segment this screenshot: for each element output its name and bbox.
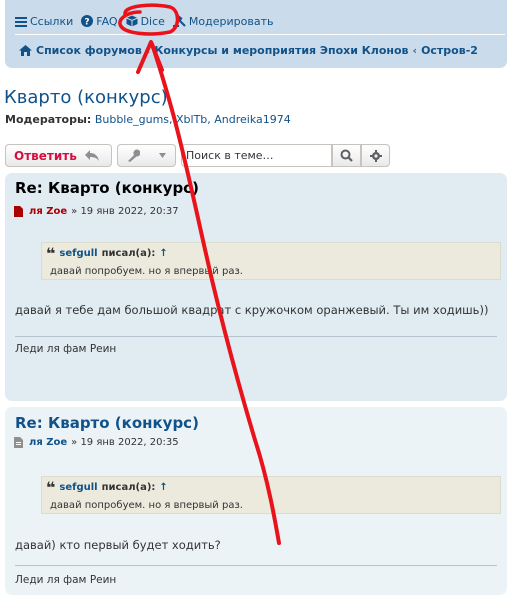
moderators: Модераторы: Bubble_gums, XblTb, Andreika… (5, 113, 291, 126)
topic-tools-button[interactable] (117, 144, 176, 167)
page-title[interactable]: Кварто (конкурс) (4, 87, 168, 108)
signature-divider (15, 336, 497, 337)
navbar-divider (15, 34, 505, 35)
quicklink-faq-label: FAQ (96, 14, 118, 28)
breadcrumb: Список форумов ‹ Конкурсы и мероприятия … (19, 44, 478, 57)
quote-block: ❝ sefgull писал(а): ↑ давай попробуем. н… (41, 242, 501, 280)
post-title[interactable]: Re: Кварто (конкурс) (15, 414, 199, 432)
reply-button[interactable]: Ответить (5, 144, 112, 167)
post: Re: Кварто (конкурс) ля Zoe » 19 янв 202… (5, 407, 507, 595)
quote-text: давай попробуем. но я впервый раз. (50, 266, 243, 277)
chevron-left-icon: ‹ (145, 44, 151, 57)
question-circle-icon: ? (81, 15, 94, 28)
hamburger-icon (15, 16, 27, 27)
quicklink-moderate[interactable]: Модерировать (172, 14, 274, 28)
quicklink-links-label: Ссылки (30, 14, 74, 28)
breadcrumb-item-contests[interactable]: Конкурсы и мероприятия Эпохи Клонов (154, 44, 408, 57)
post-content: давай я тебе дам большой квадрат с кружо… (15, 303, 489, 317)
post-content: давай) кто первый будет ходить? (15, 538, 221, 552)
topic-search-input[interactable] (181, 144, 332, 167)
quote-wrote: писал(а): (101, 248, 156, 259)
quote-author[interactable]: sefgull (59, 248, 97, 259)
quicklink-moderate-label: Модерировать (188, 14, 274, 28)
svg-text:?: ? (85, 18, 90, 28)
breadcrumb-item-island[interactable]: Остров-2 (421, 44, 478, 57)
moderators-list[interactable]: Bubble_gums, XblTb, Andreika1974 (95, 113, 291, 126)
post-meta: ля Zoe » 19 янв 2022, 20:35 (14, 437, 179, 448)
quote-header: ❝ sefgull писал(а): ↑ (46, 477, 168, 497)
signature-divider (15, 565, 497, 566)
quicklink-dice[interactable]: Dice (125, 14, 165, 28)
advanced-search-button[interactable] (361, 144, 390, 167)
quote-text: давай попробуем. но я впервый раз. (50, 500, 243, 511)
navbar: Ссылки ? FAQ Dice Модерировать Список фо… (5, 0, 507, 68)
search-button[interactable] (332, 144, 361, 167)
wrench-icon (127, 149, 141, 162)
quote-author[interactable]: sefgull (59, 482, 97, 493)
quote-icon: ❝ (46, 477, 56, 497)
file-icon[interactable] (14, 206, 23, 217)
post-date: » 19 янв 2022, 20:37 (71, 206, 179, 217)
gavel-icon (172, 15, 186, 27)
breadcrumb-item-forums[interactable]: Список форумов (36, 44, 142, 57)
quote-icon: ❝ (46, 243, 56, 263)
reply-button-label: Ответить (14, 148, 77, 163)
quote-header: ❝ sefgull писал(а): ↑ (46, 243, 168, 263)
signature: Леди ля фам Реин (15, 574, 117, 586)
moderators-label: Модераторы: (5, 113, 92, 126)
post-date: » 19 янв 2022, 20:35 (71, 437, 179, 448)
file-lines-icon[interactable] (14, 437, 23, 448)
post-author[interactable]: ля Zoe (29, 437, 67, 448)
quote-wrote: писал(а): (101, 482, 156, 493)
chevron-down-icon (158, 153, 166, 158)
quicklink-links[interactable]: Ссылки (15, 15, 73, 28)
signature: Леди ля фам Реин (15, 343, 117, 355)
quick-links: Ссылки ? FAQ Dice Модерировать (15, 13, 281, 29)
chevron-left-icon: ‹ (412, 44, 418, 57)
quote-block: ❝ sefgull писал(а): ↑ давай попробуем. н… (41, 476, 501, 514)
quote-jump-arrow[interactable]: ↑ (159, 482, 167, 493)
post: Re: Кварто (конкурс) ля Zoe » 19 янв 202… (5, 173, 507, 401)
quicklink-faq[interactable]: ? FAQ (81, 14, 118, 28)
home-icon (19, 45, 32, 56)
quicklink-dice-label: Dice (140, 14, 165, 28)
cube-icon (125, 15, 138, 27)
post-meta: ля Zoe » 19 янв 2022, 20:37 (14, 206, 179, 217)
post-title[interactable]: Re: Кварто (конкурс) (15, 179, 199, 197)
gear-icon (369, 149, 382, 162)
post-author[interactable]: ля Zoe (29, 206, 67, 217)
reply-arrow-icon (84, 150, 99, 161)
search-icon (340, 149, 353, 162)
quote-jump-arrow[interactable]: ↑ (159, 248, 167, 259)
